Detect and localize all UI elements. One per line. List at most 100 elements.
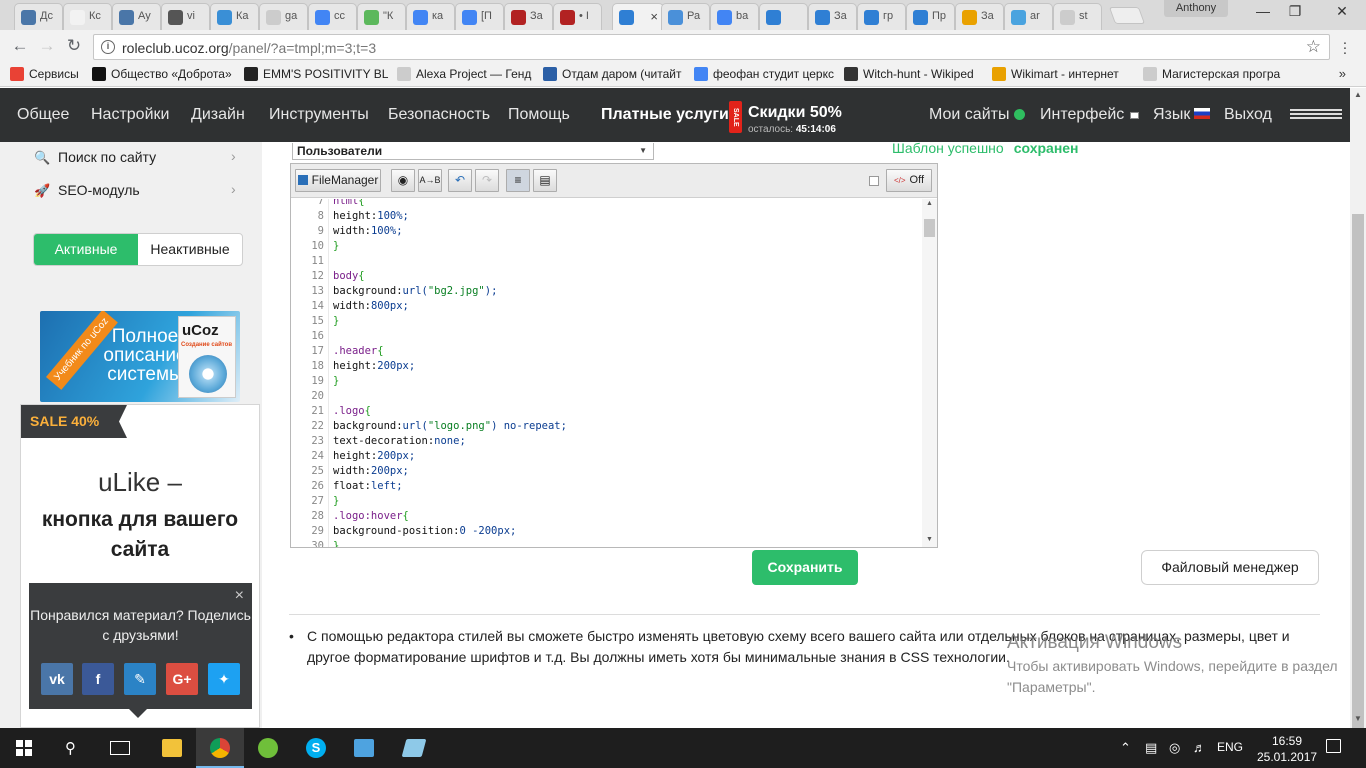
filemanager-tool-button[interactable]: FileManager xyxy=(295,169,381,192)
code-line[interactable]: } xyxy=(333,375,339,387)
clock[interactable]: 16:59 25.01.2017 xyxy=(1257,733,1317,765)
close-tab-icon[interactable]: × xyxy=(650,9,658,24)
taskbar-utorrent[interactable] xyxy=(244,728,292,768)
browser-tab[interactable]: st xyxy=(1053,3,1102,30)
browser-tab[interactable]: За xyxy=(808,3,857,30)
code-line[interactable]: height:200px; xyxy=(333,450,415,462)
bookmark-item[interactable]: Сервисы xyxy=(10,67,84,83)
bookmark-item[interactable]: EMM'S POSITIVITY BL xyxy=(244,67,392,83)
browser-tab[interactable]: Пр xyxy=(906,3,955,30)
scroll-up-icon[interactable]: ▲ xyxy=(1354,90,1362,99)
nav-logout[interactable]: Выход xyxy=(1224,106,1272,124)
code-line[interactable]: html{ xyxy=(333,199,365,207)
browser-tab[interactable]: За xyxy=(504,3,553,30)
code-line[interactable]: .header{ xyxy=(333,345,384,357)
volume-icon[interactable]: ♬ xyxy=(1193,740,1206,755)
sidebar-item-seo[interactable]: 🚀 SEO-модуль xyxy=(34,182,140,199)
code-line[interactable]: width:100%; xyxy=(333,225,403,237)
scroll-up-icon[interactable]: ▲ xyxy=(926,200,933,207)
bookmark-item[interactable]: Магистерская програ xyxy=(1143,67,1303,83)
language-indicator[interactable]: ENG xyxy=(1217,740,1243,754)
code-line[interactable]: width:200px; xyxy=(333,465,409,477)
segment-inactive[interactable]: Неактивные xyxy=(138,234,242,265)
code-line[interactable]: float:left; xyxy=(333,480,403,492)
line-numbers-icon[interactable]: ≡ xyxy=(506,169,530,192)
browser-tab[interactable]: [П xyxy=(455,3,504,30)
browser-tab[interactable]: cc xyxy=(308,3,357,30)
redo-icon[interactable]: ↷ xyxy=(475,169,499,192)
browser-tab[interactable]: ba xyxy=(710,3,759,30)
nav-design[interactable]: Дизайн xyxy=(191,106,245,124)
bookmark-item[interactable]: Общество «Доброта» xyxy=(92,67,238,83)
browser-tab[interactable]: Ка xyxy=(210,3,259,30)
vk-share-icon[interactable]: vk xyxy=(41,663,73,695)
nav-general[interactable]: Общее xyxy=(17,106,69,124)
forward-icon[interactable]: → xyxy=(36,36,58,56)
code-line[interactable]: height:200px; xyxy=(333,360,415,372)
nav-paid-services[interactable]: Платные услуги xyxy=(601,106,729,124)
maximize-icon[interactable]: ❐ xyxy=(1280,3,1310,20)
code-line[interactable]: } xyxy=(333,495,339,507)
twitter-share-icon[interactable]: ✦ xyxy=(208,663,240,695)
bookmark-item[interactable]: Witch-hunt - Wikiped xyxy=(844,67,986,83)
code-line[interactable]: background:url("bg2.jpg"); xyxy=(333,285,497,297)
browser-tab[interactable]: ga xyxy=(259,3,308,30)
nav-settings[interactable]: Настройки xyxy=(91,106,169,124)
bookmark-star-icon[interactable]: ☆ xyxy=(1306,37,1321,57)
code-line[interactable]: background-position:0 -200px; xyxy=(333,525,516,537)
browser-tab[interactable]: Ау xyxy=(112,3,161,30)
save-button[interactable]: Сохранить xyxy=(752,550,858,585)
segment-active[interactable]: Активные xyxy=(34,234,138,265)
search-binoculars-icon[interactable]: ◉ xyxy=(391,169,415,192)
nav-my-sites[interactable]: Мои сайты xyxy=(929,106,1026,124)
more-bookmarks-icon[interactable]: » xyxy=(1339,66,1346,81)
scroll-down-icon[interactable]: ▼ xyxy=(926,536,933,543)
search-taskbar-button[interactable]: ⚲ xyxy=(48,728,96,768)
wifi-icon[interactable]: ◎ xyxy=(1169,740,1180,756)
ucoz-guide-banner[interactable]: Учебник по uCoz Полное описание системы … xyxy=(40,311,240,402)
bookmark-item[interactable]: Alexa Project — Генд xyxy=(397,67,537,83)
tray-chevron-up-icon[interactable]: ⌃ xyxy=(1120,740,1131,756)
browser-tab[interactable]: ar xyxy=(1004,3,1053,30)
action-center-icon[interactable] xyxy=(1326,739,1341,753)
close-window-icon[interactable]: ✕ xyxy=(1327,3,1357,20)
nav-help[interactable]: Помощь xyxy=(508,106,570,124)
bookmark-item[interactable]: феофан студит церкс xyxy=(694,67,838,83)
discount-label[interactable]: Скидки 50% xyxy=(748,104,842,122)
sidebar-item-search[interactable]: 🔍 Поиск по сайту xyxy=(34,149,156,166)
code-line[interactable]: } xyxy=(333,540,339,547)
taskbar-notepad[interactable] xyxy=(340,728,388,768)
nav-language[interactable]: Язык xyxy=(1153,106,1211,124)
reload-icon[interactable]: ↻ xyxy=(63,36,85,56)
code-line[interactable]: height:100%; xyxy=(333,210,409,222)
new-tab-button[interactable] xyxy=(1108,7,1146,24)
code-line[interactable]: .logo{ xyxy=(333,405,371,417)
template-group-select[interactable]: Пользователи ▼ xyxy=(292,143,654,160)
taskbar-skype[interactable]: S xyxy=(292,728,340,768)
code-area[interactable]: html{height:100%; width:100%;} body{backgr… xyxy=(329,199,922,547)
code-line[interactable]: } xyxy=(333,240,339,252)
browser-tab[interactable]: За xyxy=(955,3,1004,30)
browser-tab[interactable]: vi xyxy=(161,3,210,30)
browser-tab[interactable]: ка xyxy=(406,3,455,30)
undo-icon[interactable]: ↶ xyxy=(448,169,472,192)
profile-button[interactable]: Anthony xyxy=(1164,0,1228,17)
browser-tab[interactable]: "К xyxy=(357,3,406,30)
file-manager-button[interactable]: Файловый менеджер xyxy=(1141,550,1319,585)
browser-tab-active[interactable]: × xyxy=(612,3,664,30)
taskbar-app[interactable] xyxy=(390,728,438,768)
nav-security[interactable]: Безопасность xyxy=(388,106,490,124)
scroll-down-icon[interactable]: ▼ xyxy=(1354,714,1362,723)
taskbar-chrome[interactable] xyxy=(196,728,244,768)
nav-interface[interactable]: Интерфейс xyxy=(1040,106,1140,124)
network-icon[interactable]: ▤ xyxy=(1145,740,1157,756)
replace-icon[interactable]: A→B xyxy=(418,169,442,192)
code-line[interactable]: text-decoration:none; xyxy=(333,435,466,447)
browser-tab[interactable]: Ра xyxy=(661,3,710,30)
code-line[interactable]: width:800px; xyxy=(333,300,409,312)
site-info-icon[interactable]: i xyxy=(101,40,115,54)
highlight-toggle-button[interactable]: </> Off xyxy=(886,169,932,192)
bookmark-item[interactable]: Wikimart - интернет xyxy=(992,67,1138,83)
nav-tools[interactable]: Инструменты xyxy=(269,106,369,124)
browser-tab[interactable]: Дс xyxy=(14,3,63,30)
